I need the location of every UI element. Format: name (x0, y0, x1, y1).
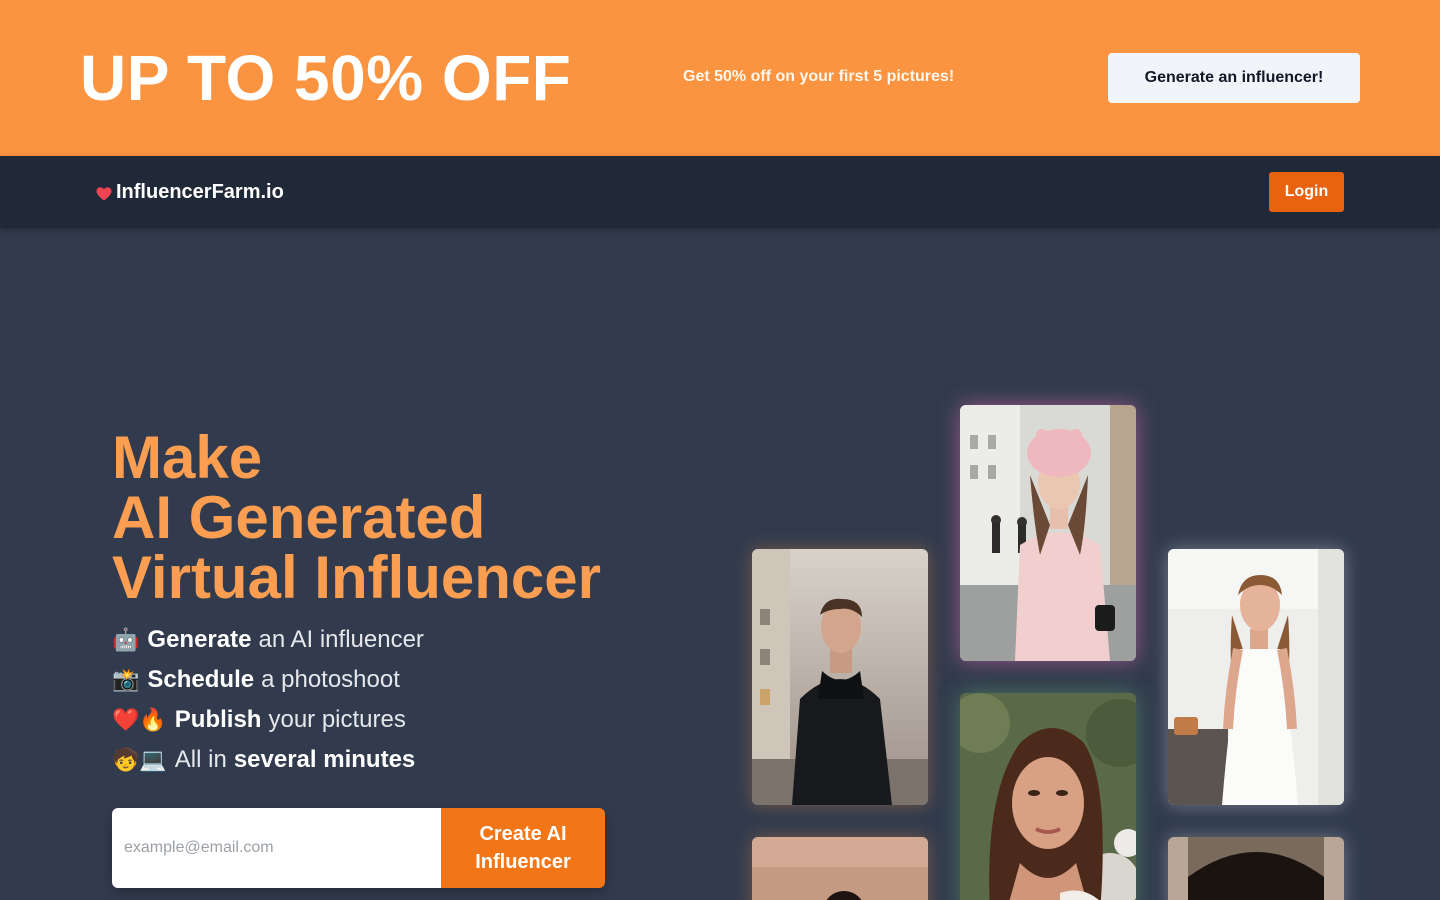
generate-influencer-button[interactable]: Generate an influencer! (1108, 53, 1360, 103)
feature-publish: ❤️🔥 Publish your pictures (112, 700, 424, 740)
influencer-photo-partial-left (752, 837, 928, 900)
login-button[interactable]: Login (1269, 172, 1344, 212)
feature-bold: Generate (147, 626, 252, 653)
hero-title-line-3: Virtual Influencer (112, 544, 602, 611)
brand-logo[interactable]: InfluencerFarm.io (96, 181, 284, 204)
signup-form: Create AI Influencer (112, 808, 605, 888)
influencer-photo-man-coat (752, 549, 928, 805)
feature-generate: 🤖 Generate an AI influencer (112, 620, 424, 660)
person-laptop-icon: 🧒💻 (112, 747, 167, 773)
feature-schedule: 📸 Schedule a photoshoot (112, 660, 424, 700)
heart-icon (96, 185, 112, 201)
feature-text: an AI influencer (258, 626, 424, 653)
feature-text: your pictures (268, 706, 406, 733)
influencer-photo-woman-white-dress (1168, 549, 1344, 805)
feature-bold: several minutes (233, 746, 416, 773)
promo-headline: UP TO 50% OFF (80, 42, 572, 114)
create-ai-influencer-button[interactable]: Create AI Influencer (441, 808, 605, 888)
feature-text: a photoshoot (261, 666, 400, 693)
hero-title: Make AI Generated Virtual Influencer (112, 428, 601, 608)
influencer-photo-partial-right (1168, 837, 1344, 900)
influencer-photo-woman-pink (960, 405, 1136, 661)
feature-list: 🤖 Generate an AI influencer 📸 Schedule a… (112, 620, 424, 780)
brand-name: InfluencerFarm.io (116, 181, 284, 203)
feature-text: All in (174, 746, 227, 773)
feature-bold: Schedule (147, 666, 255, 693)
navbar: InfluencerFarm.io Login (0, 156, 1440, 228)
camera-flash-icon: 📸 (112, 667, 140, 693)
feature-bold: Publish (174, 706, 262, 733)
heart-fire-icon: ❤️🔥 (112, 707, 167, 733)
robot-icon: 🤖 (112, 627, 140, 653)
influencer-photo-woman-curly-hair (960, 693, 1136, 900)
hero-title-line-2: AI Generated (112, 484, 486, 551)
email-field[interactable] (112, 808, 441, 888)
promo-banner: UP TO 50% OFF Get 50% off on your first … (0, 0, 1440, 156)
feature-minutes: 🧒💻 All in several minutes (112, 740, 424, 780)
promo-subtext: Get 50% off on your first 5 pictures! (683, 68, 955, 85)
hero-title-line-1: Make (112, 424, 263, 491)
